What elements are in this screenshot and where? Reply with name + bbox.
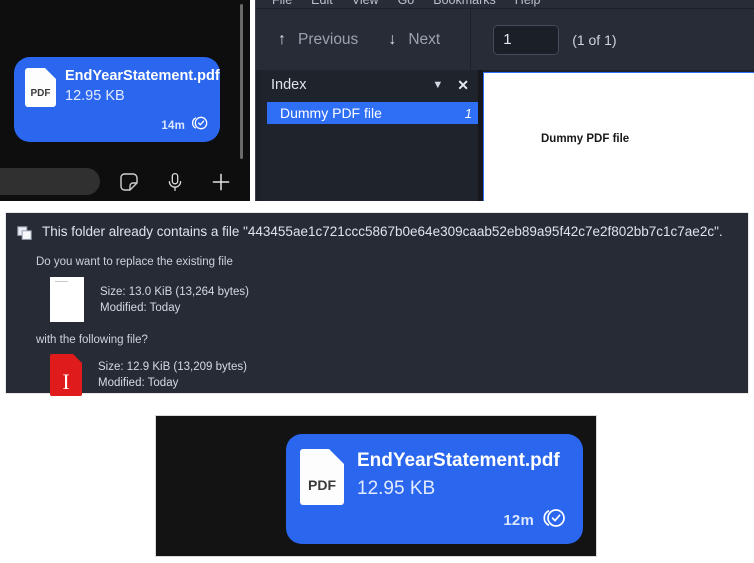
bubble-content-row: PDF EndYearStatement.pdf 12.95 KB — [25, 68, 220, 107]
menu-bar: File Edit View Go Bookmarks Help — [256, 0, 754, 8]
page-fold-corner — [73, 354, 82, 363]
menu-item-help[interactable]: Help — [515, 0, 541, 7]
existing-file-size: Size: 13.0 KiB (13,264 bytes) — [100, 285, 249, 298]
new-file-row: Ι Size: 12.9 KiB (13,209 bytes) Modified… — [50, 354, 748, 396]
chat-scrollbar[interactable] — [240, 4, 243, 159]
bubble-filesize: 12.95 KB — [65, 88, 125, 104]
dialog-headline-row: This folder already contains a file "443… — [6, 223, 748, 246]
bubble-timestamp: 14m — [161, 119, 185, 132]
bottom-chat-panel: PDF EndYearStatement.pdf 12.95 KB 12m — [155, 415, 597, 557]
menu-item-bookmarks[interactable]: Bookmarks — [433, 0, 496, 7]
page-number-input[interactable] — [493, 24, 560, 55]
double-check-icon — [191, 116, 208, 135]
next-page-label: Next — [408, 30, 441, 48]
bubble-meta: 14m — [161, 116, 208, 135]
next-page-button[interactable]: ↓ Next — [388, 31, 440, 49]
previous-page-label: Previous — [298, 30, 359, 48]
pdf-icon-label: PDF — [308, 477, 336, 493]
copy-files-icon — [17, 226, 33, 246]
pdf-file-icon: PDF — [300, 449, 344, 505]
menu-item-edit[interactable]: Edit — [311, 0, 333, 7]
existing-file-row: Size: 13.0 KiB (13,264 bytes) Modified: … — [50, 277, 748, 322]
microphone-icon[interactable] — [164, 171, 186, 193]
bottom-file-bubble[interactable]: PDF EndYearStatement.pdf 12.95 KB 12m — [286, 434, 583, 544]
dialog-question: Do you want to replace the existing file — [36, 256, 233, 268]
dialog-headline: This folder already contains a file "443… — [42, 224, 723, 239]
pdf-viewer-window: File Edit View Go Bookmarks Help ↑ Previ… — [255, 0, 754, 201]
bubble-filename: EndYearStatement.pdf — [357, 450, 560, 471]
index-entry-label: Dummy PDF file — [280, 105, 382, 121]
chevron-down-icon[interactable]: ▼ — [432, 79, 443, 91]
sticker-icon[interactable] — [118, 171, 140, 193]
replace-file-dialog: This folder already contains a file "443… — [5, 212, 749, 396]
previous-page-button[interactable]: ↑ Previous — [278, 31, 358, 49]
index-entry-page: 1 — [464, 105, 472, 121]
arrow-up-icon: ↑ — [278, 30, 286, 48]
acrobat-glyph: Ι — [62, 369, 70, 394]
composer-icon-bar — [118, 171, 232, 193]
close-icon[interactable]: ✕ — [457, 77, 469, 94]
pdf-page-text: Dummy PDF file — [541, 133, 630, 145]
bubble-text-block: EndYearStatement.pdf 12.95 KB — [65, 68, 220, 106]
pdf-icon-label: PDF — [30, 88, 51, 99]
bubble-filesize: 12.95 KB — [357, 478, 436, 499]
chat-panel: PDF EndYearStatement.pdf 12.95 KB 14m — [0, 0, 250, 201]
pdf-file-icon: PDF — [25, 68, 56, 107]
menu-item-go[interactable]: Go — [398, 0, 415, 7]
bubble-text-block: EndYearStatement.pdf 12.95 KB — [357, 449, 560, 502]
index-entry-dummy-pdf-file[interactable]: Dummy PDF file 1 — [267, 102, 478, 124]
bubble-meta: 12m — [503, 508, 566, 533]
toolbar-separator — [470, 9, 472, 70]
bubble-timestamp: 12m — [503, 512, 534, 529]
dialog-with-following-label: with the following file? — [36, 334, 148, 346]
existing-file-modified: Modified: Today — [100, 301, 181, 314]
sidebar-title: Index — [271, 77, 307, 93]
new-file-meta: Size: 12.9 KiB (13,209 bytes) Modified: … — [98, 359, 247, 391]
sidebar-header: Index ▼ ✕ — [260, 70, 478, 100]
blank-document-icon — [50, 277, 84, 322]
new-file-modified: Modified: Today — [98, 377, 179, 389]
acrobat-pdf-icon: Ι — [50, 354, 82, 396]
page-fold-corner — [329, 449, 344, 464]
bubble-filename: EndYearStatement.pdf — [65, 68, 220, 84]
plus-icon[interactable] — [210, 171, 232, 193]
menu-item-file[interactable]: File — [272, 0, 292, 7]
bubble-content-row: PDF EndYearStatement.pdf 12.95 KB — [300, 449, 567, 505]
new-file-size: Size: 12.9 KiB (13,209 bytes) — [98, 361, 247, 373]
existing-file-meta: Size: 13.0 KiB (13,264 bytes) Modified: … — [100, 284, 249, 316]
menu-item-view[interactable]: View — [352, 0, 379, 7]
message-input[interactable] — [0, 168, 100, 195]
page-count-label: (1 of 1) — [572, 31, 617, 48]
pdf-page-canvas[interactable]: Dummy PDF file — [483, 72, 754, 201]
pdf-toolbar: ↑ Previous ↓ Next (1 of 1) — [256, 9, 754, 70]
index-sidebar: Index ▼ ✕ Dummy PDF file 1 — [260, 70, 478, 201]
page-fold-corner — [45, 68, 56, 79]
double-check-icon — [542, 508, 566, 533]
arrow-down-icon: ↓ — [388, 30, 397, 48]
chat-file-bubble[interactable]: PDF EndYearStatement.pdf 12.95 KB 14m — [14, 57, 220, 142]
